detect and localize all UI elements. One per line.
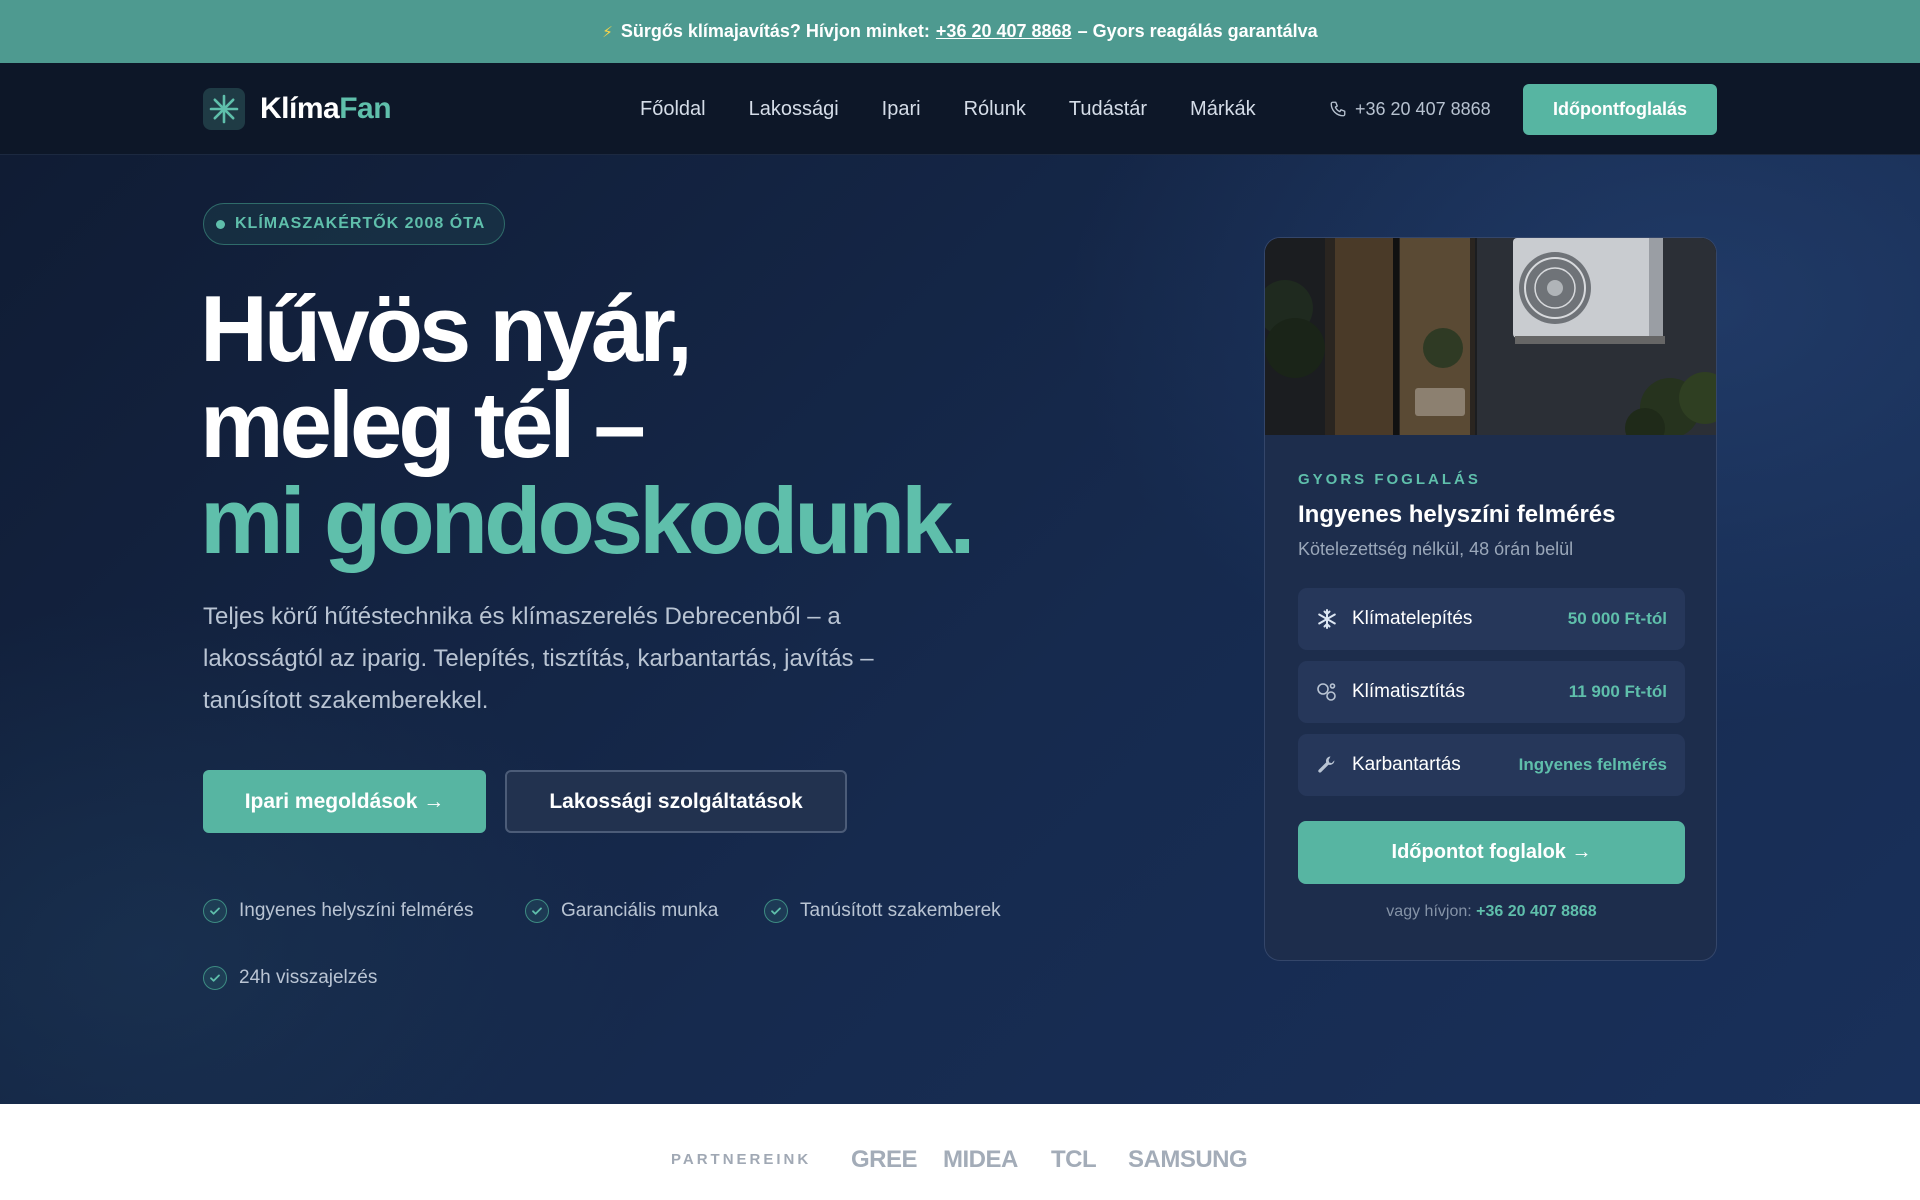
nav-phone-number: +36 20 407 8868 bbox=[1355, 98, 1491, 119]
feature-item: Tanúsított szakemberek bbox=[764, 898, 1001, 924]
snowflake-logo-icon bbox=[203, 88, 245, 130]
ac-outdoor-unit-photo bbox=[1265, 238, 1716, 435]
wrench-icon bbox=[1315, 753, 1339, 777]
service-name: Klímatisztítás bbox=[1352, 681, 1465, 702]
partners-strip: PARTNEREINK GREE MIDEA TCL SAMSUNG bbox=[0, 1104, 1920, 1200]
hero-section: KLÍMASZAKÉRTŐK 2008 ÓTA Hűvös nyár, mele… bbox=[0, 155, 1920, 1104]
feature-label: Garanciális munka bbox=[561, 900, 719, 921]
service-name: Klímatelepítés bbox=[1352, 608, 1473, 629]
card-footer: vagy hívjon: +36 20 407 8868 bbox=[1265, 903, 1716, 921]
headline-line-3: mi gondoskodunk. bbox=[200, 468, 976, 573]
service-price: 11 900 Ft-tól bbox=[1568, 682, 1667, 701]
industrial-solutions-button[interactable]: Ipari megoldások → bbox=[203, 770, 486, 833]
bubbles-icon bbox=[1315, 680, 1339, 704]
headline-line-2: meleg tél – bbox=[200, 372, 646, 477]
book-appointment-button[interactable]: Időpontot foglalok → bbox=[1298, 821, 1685, 884]
nav-phone-link[interactable]: +36 20 407 8868 bbox=[1329, 63, 1491, 155]
nav-link-ipari[interactable]: Ipari bbox=[882, 98, 921, 121]
check-icon bbox=[525, 899, 549, 923]
booking-button[interactable]: Időpontfoglalás bbox=[1523, 84, 1717, 135]
nav-link-lakossagi[interactable]: Lakossági bbox=[749, 98, 839, 121]
feature-label: Ingyenes helyszíni felmérés bbox=[239, 900, 474, 921]
experience-badge: KLÍMASZAKÉRTŐK 2008 ÓTA bbox=[203, 203, 506, 245]
main-navigation: KlímaFan Főoldal Lakossági Ipari Rólunk … bbox=[0, 63, 1920, 155]
partner-logo-samsung: SAMSUNG bbox=[1128, 1146, 1248, 1173]
partner-logo-gree: GREE bbox=[851, 1146, 918, 1173]
snowflake-icon bbox=[1315, 607, 1339, 631]
service-price: 50 000 Ft-tól bbox=[1567, 609, 1667, 628]
card-eyebrow: GYORS FOGLALÁS bbox=[1298, 471, 1481, 488]
alert-bar: ⚡ Sürgős klímajavítás? Hívjon minket: +3… bbox=[0, 0, 1920, 63]
residential-services-button[interactable]: Lakossági szolgáltatások bbox=[505, 770, 847, 833]
service-row-cleaning[interactable]: Klímatisztítás 11 900 Ft-tól bbox=[1298, 661, 1685, 723]
card-footer-phone-link[interactable]: +36 20 407 8868 bbox=[1476, 903, 1597, 920]
card-subtitle: Kötelezettség nélkül, 48 órán belül bbox=[1298, 539, 1574, 559]
feature-label: 24h visszajelzés bbox=[239, 967, 378, 988]
service-row-installation[interactable]: Klímatelepítés 50 000 Ft-tól bbox=[1298, 588, 1685, 650]
brand-name-part1: Klíma bbox=[260, 92, 340, 125]
alert-text: Sürgős klímajavítás? Hívjon minket: bbox=[620, 21, 930, 41]
feature-label: Tanúsított szakemberek bbox=[800, 900, 1001, 921]
badge-dot-icon bbox=[216, 219, 225, 229]
headline-line-1: Hűvös nyár, bbox=[200, 276, 693, 381]
partners-label: PARTNEREINK bbox=[671, 1151, 812, 1168]
partner-logo-midea: MIDEA bbox=[943, 1146, 1018, 1173]
nav-links: Főoldal Lakossági Ipari Rólunk Tudástár … bbox=[640, 63, 1256, 155]
badge-text: KLÍMASZAKÉRTŐK 2008 ÓTA bbox=[235, 215, 486, 232]
nav-link-tudastar[interactable]: Tudástár bbox=[1069, 98, 1147, 121]
card-footer-prefix: vagy hívjon: bbox=[1386, 903, 1472, 920]
phone-icon bbox=[1330, 101, 1346, 117]
nav-link-markak[interactable]: Márkák bbox=[1190, 98, 1256, 121]
lightning-icon: ⚡ bbox=[602, 23, 613, 41]
alert-suffix: – Gyors reagálás garantálva bbox=[1077, 21, 1318, 41]
hero-headline: Hűvös nyár, meleg tél – mi gondoskodunk. bbox=[200, 281, 1100, 569]
service-row-maintenance[interactable]: Karbantartás Ingyenes felmérés bbox=[1298, 734, 1685, 796]
check-icon bbox=[203, 966, 227, 990]
nav-link-rolunk[interactable]: Rólunk bbox=[964, 98, 1026, 121]
check-icon bbox=[764, 899, 788, 923]
hero-lead-text: Teljes körű hűtéstechnika és klímaszerel… bbox=[203, 603, 874, 714]
nav-link-fooldal[interactable]: Főoldal bbox=[640, 98, 706, 121]
feature-item: Garanciális munka bbox=[525, 898, 718, 924]
check-icon bbox=[203, 899, 227, 923]
alert-phone-link[interactable]: +36 20 407 8868 bbox=[936, 21, 1072, 42]
card-title: Ingyenes helyszíni felmérés bbox=[1298, 501, 1616, 528]
feature-item: Ingyenes helyszíni felmérés bbox=[203, 898, 473, 924]
feature-item: 24h visszajelzés bbox=[203, 965, 377, 991]
brand-name-part2: Fan bbox=[339, 92, 392, 125]
brand-name: KlímaFan bbox=[260, 92, 392, 126]
service-name: Karbantartás bbox=[1352, 754, 1461, 775]
service-price: Ingyenes felmérés bbox=[1518, 755, 1667, 774]
logo[interactable]: KlímaFan bbox=[203, 87, 392, 131]
booking-card: GYORS FOGLALÁS Ingyenes helyszíni felmér… bbox=[1264, 237, 1717, 961]
partner-logo-tcl: TCL bbox=[1051, 1146, 1097, 1173]
